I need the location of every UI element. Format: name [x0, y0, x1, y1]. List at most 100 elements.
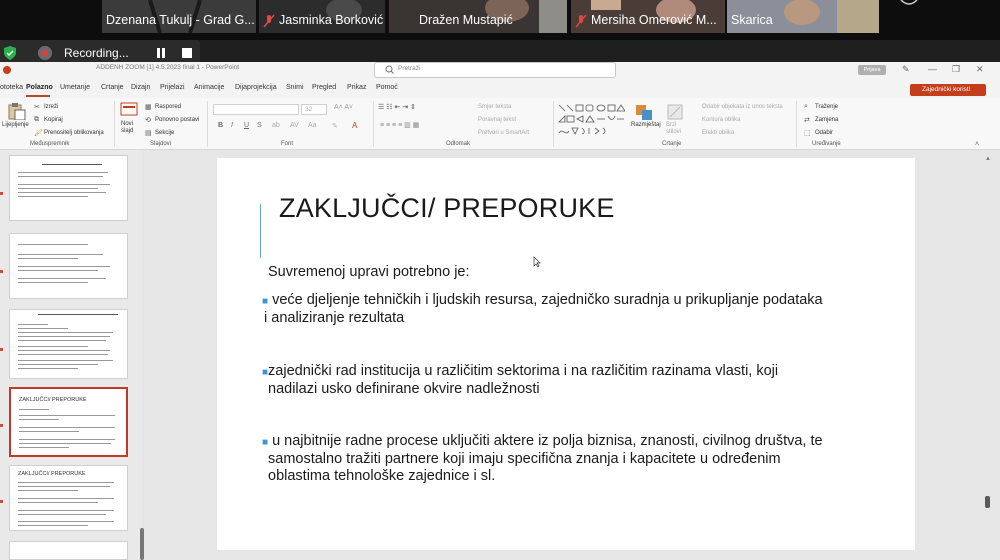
participant-tile[interactable]: Jasminka Borković — [259, 0, 385, 33]
video-participant-strip: Dzenana Tukulj - Grad G... Jasminka Bork… — [0, 0, 1000, 40]
underline-icon[interactable]: U — [244, 122, 249, 129]
more-icon[interactable] — [900, 0, 918, 6]
find-button[interactable]: Traženje — [815, 104, 838, 110]
slide-title[interactable]: ZAKLJUČCI/ PREPORUKE — [279, 193, 615, 224]
arrange-icon[interactable] — [634, 103, 656, 121]
bullet-line: i analiziranje rezultata — [264, 310, 405, 326]
quick-access-icon[interactable] — [2, 65, 14, 75]
highlight-icon[interactable]: ✎ — [332, 122, 338, 130]
pause-recording-button[interactable] — [154, 46, 168, 60]
ribbon-separator — [553, 101, 554, 147]
bold-icon[interactable]: B — [218, 122, 223, 129]
slide-thumbnail[interactable] — [9, 309, 128, 379]
font-color-icon[interactable]: A — [352, 121, 357, 130]
tab-home[interactable]: Polazno — [26, 84, 53, 91]
ribbon-separator — [114, 101, 115, 147]
shape-effects-button[interactable]: Efekti oblika — [702, 130, 734, 136]
scroll-up-icon[interactable]: ▲ — [985, 156, 991, 162]
copy-button[interactable]: Kopiraj — [44, 117, 63, 123]
tab-animations[interactable]: Animacije — [194, 84, 224, 91]
bullet-line: samostalno tražiti partnere koji imaju s… — [268, 451, 781, 467]
layout-icon: ▦ — [145, 104, 152, 111]
tab-view[interactable]: Prikaz — [347, 84, 366, 91]
tab-slideshow[interactable]: Dijaprojekcija — [235, 84, 277, 91]
paste-button[interactable]: Lijepljenje — [2, 122, 29, 128]
layout-button[interactable]: Raspored — [155, 104, 181, 110]
participant-tile[interactable]: Dražen Mustapić — [389, 0, 567, 33]
slide-thumbnail[interactable] — [9, 155, 128, 221]
participant-tile[interactable]: Dzenana Tukulj - Grad G... — [102, 0, 256, 33]
signin-button[interactable]: Prijava — [858, 65, 886, 75]
ribbon-separator — [207, 101, 208, 147]
char-spacing-icon[interactable]: ab — [272, 122, 280, 129]
spacing-icon[interactable]: AV — [290, 122, 299, 129]
tab-transitions[interactable]: Prijelazi — [160, 84, 185, 91]
bullet-item[interactable]: ■ u najbitnije radne procese uključiti a… — [262, 433, 862, 485]
tab-help[interactable]: Pomoć — [376, 84, 398, 91]
recording-label: Recording... — [64, 46, 129, 60]
new-slide-button[interactable]: Novi slajd — [121, 121, 141, 135]
tab-insert[interactable]: Umetanje — [60, 84, 90, 91]
bullet-line: nadilazi usko definirane okvire nadležno… — [268, 381, 540, 397]
slide-intro-text[interactable]: Suvremenoj upravi potrebno je: — [268, 264, 470, 280]
smartart-button[interactable]: Pretvori u SmartArt — [478, 130, 529, 136]
shape-outline-button[interactable]: Kontura oblika — [702, 117, 740, 123]
font-grow-icon[interactable]: A˄ A˅ — [334, 104, 353, 111]
stop-recording-button[interactable] — [182, 48, 192, 58]
paragraph-group-label: Odlomak — [446, 141, 471, 147]
italic-icon[interactable]: I — [231, 122, 233, 129]
replace-button[interactable]: Zamjena — [815, 117, 838, 123]
replace-icon: ⇄ — [804, 117, 810, 124]
select-button[interactable]: Odabir — [815, 130, 833, 136]
ribbon-separator — [373, 101, 374, 147]
new-slide-icon[interactable] — [120, 102, 138, 118]
bullet-item[interactable]: ■zajednički rad institucija u različitim… — [262, 363, 862, 398]
font-group-label: Font — [281, 141, 294, 147]
bullets-icon[interactable]: ☰ ☷ ⇤ ⇥ ⇕ — [378, 103, 416, 111]
participant-tile[interactable]: Skarica — [727, 0, 879, 33]
minimize-button[interactable]: — — [928, 64, 937, 74]
tab-review[interactable]: Pregled — [312, 84, 336, 91]
change-case-icon[interactable]: Aa — [308, 122, 317, 129]
slides-group-label: Slajdovi — [150, 141, 172, 147]
section-button[interactable]: Sekcije — [155, 130, 174, 136]
drawing-group-label: Crtanje — [662, 141, 682, 147]
align-text-button[interactable]: Poravnaj tekst — [478, 117, 516, 123]
participant-tile[interactable]: Mersiha Omerović M... — [571, 0, 725, 33]
font-size-select[interactable]: 32 — [301, 104, 327, 115]
text-direction-button[interactable]: Smjer teksta — [478, 104, 511, 110]
quick-styles-icon[interactable] — [666, 103, 684, 121]
close-button[interactable]: ✕ — [976, 64, 984, 75]
tab-file[interactable]: ototeka — [0, 84, 23, 91]
slide-thumbnail[interactable] — [9, 233, 128, 299]
align-icons[interactable]: ≡ ≡ ≡ ≡ ▥ ▦ — [380, 121, 419, 129]
strikethrough-icon[interactable]: S — [257, 122, 262, 129]
collapse-ribbon-icon[interactable]: ˄ — [975, 141, 979, 148]
font-family-select[interactable] — [213, 104, 299, 115]
select-icon: ⬚ — [804, 130, 811, 137]
arrange-button[interactable]: Razmještaj — [631, 122, 661, 128]
participant-name: Mersiha Omerović M... — [591, 13, 717, 27]
tab-draw[interactable]: Crtanje — [101, 84, 124, 91]
pen-icon[interactable]: ✎ — [902, 64, 910, 75]
mouse-cursor-icon — [533, 256, 541, 268]
format-painter-button[interactable]: Prenositelj oblikovanja — [44, 130, 104, 136]
slide-scrollbar-thumb[interactable] — [985, 496, 990, 508]
tab-record[interactable]: Snimi — [286, 84, 304, 91]
shape-fill-button[interactable]: Odabir objekata iz unos teksta — [702, 104, 783, 110]
thumbnail-scrollbar[interactable] — [140, 528, 144, 560]
slide-thumbnail[interactable]: ZAKLJUČCI/ PREPORUKE — [9, 465, 128, 531]
security-shield-icon[interactable] — [2, 45, 18, 61]
quick-styles-button[interactable]: Brzi stilovi — [666, 122, 686, 136]
bullet-item[interactable]: ■ veće djeljenje tehničkih i ljudskih re… — [262, 292, 862, 327]
cut-button[interactable]: Izreži — [44, 104, 58, 110]
slide-thumbnail-selected[interactable]: ZAKLJUČCI/ PREPORUKE — [9, 387, 128, 457]
paste-icon[interactable] — [6, 102, 26, 120]
slide-thumbnail[interactable] — [9, 541, 128, 560]
reset-button[interactable]: Ponovno postavi — [155, 117, 199, 123]
recording-indicator-icon — [38, 46, 52, 60]
restore-button[interactable]: ❐ — [952, 64, 960, 75]
shapes-gallery-icon[interactable] — [557, 103, 625, 137]
share-button[interactable]: Zajednički koristi — [910, 84, 986, 96]
tab-design[interactable]: Dizajn — [131, 84, 150, 91]
